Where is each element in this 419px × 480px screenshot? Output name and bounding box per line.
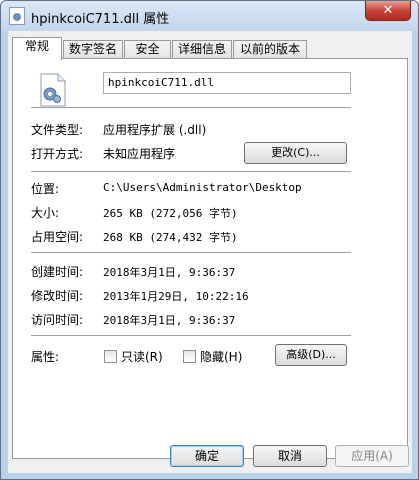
accessed-value: 2018年3月1日, 9:36:37 <box>103 314 236 327</box>
opens-with-label: 打开方式: <box>31 147 84 161</box>
divider <box>31 252 351 253</box>
created-label: 创建时间: <box>31 265 84 279</box>
tab-general[interactable]: 常规 <box>12 37 62 60</box>
created-value: 2018年3月1日, 9:36:37 <box>103 266 236 279</box>
size-on-disk-label: 占用空间: <box>31 230 84 244</box>
cancel-button[interactable]: 取消 <box>253 445 327 467</box>
modified-label: 修改时间: <box>31 289 84 303</box>
divider <box>31 171 351 172</box>
hidden-checkbox[interactable] <box>183 350 196 363</box>
hidden-label[interactable]: 隐藏(H) <box>200 348 242 365</box>
advanced-button[interactable]: 高级(D)... <box>275 344 347 366</box>
dll-file-icon <box>40 73 66 107</box>
window-title: hpinkcoiC711.dll 属性 <box>31 12 170 27</box>
readonly-label[interactable]: 只读(R) <box>121 348 163 365</box>
size-value: 265 KB (272,056 字节) <box>103 207 238 220</box>
file-type-label: 文件类型: <box>31 123 84 137</box>
file-icon <box>9 7 25 25</box>
divider <box>31 107 351 108</box>
properties-window: hpinkcoiC711.dll 属性 ✕ 常规 数字签名 安全 详细信息 以前… <box>0 0 419 480</box>
tab-security[interactable]: 安全 <box>124 40 171 59</box>
general-panel: hpinkcoiC711.dll 文件类型: 应用程序扩展 (.dll) 打开方… <box>12 58 408 459</box>
attributes-label: 属性: <box>31 350 60 364</box>
size-label: 大小: <box>31 206 60 220</box>
modified-value: 2013年1月29日, 10:22:16 <box>103 290 249 303</box>
ok-button[interactable]: 确定 <box>170 445 244 467</box>
tab-digital-signatures[interactable]: 数字签名 <box>63 40 123 59</box>
change-button[interactable]: 更改(C)... <box>244 142 347 164</box>
apply-button[interactable]: 应用(A) <box>335 445 409 467</box>
dialog-client: 常规 数字签名 安全 详细信息 以前的版本 hpinkcoiC711.dll 文… <box>8 31 412 473</box>
divider <box>31 335 351 336</box>
opens-with-value: 未知应用程序 <box>103 147 176 161</box>
readonly-checkbox[interactable] <box>104 350 117 363</box>
accessed-label: 访问时间: <box>31 313 84 327</box>
tab-details[interactable]: 详细信息 <box>172 40 232 59</box>
location-label: 位置: <box>31 182 60 196</box>
location-value: C:\Users\Administrator\Desktop <box>103 181 302 194</box>
size-on-disk-value: 268 KB (274,432 字节) <box>103 231 238 244</box>
tab-previous-versions[interactable]: 以前的版本 <box>233 40 307 59</box>
file-type-value: 应用程序扩展 (.dll) <box>103 123 207 137</box>
title-bar[interactable]: hpinkcoiC711.dll 属性 ✕ <box>1 1 418 31</box>
file-name-field[interactable]: hpinkcoiC711.dll <box>103 72 351 94</box>
close-button[interactable]: ✕ <box>365 1 411 21</box>
